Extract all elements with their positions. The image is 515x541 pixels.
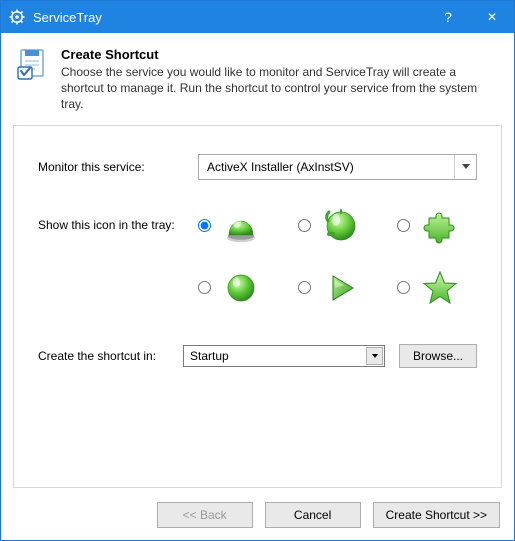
page-title: Create Shortcut bbox=[61, 47, 498, 62]
location-label: Create the shortcut in: bbox=[38, 349, 183, 363]
service-select[interactable]: ActiveX Installer (AxInstSV) bbox=[198, 154, 477, 180]
star-icon bbox=[420, 268, 460, 308]
help-button[interactable]: ? bbox=[426, 1, 470, 33]
location-select[interactable]: Startup bbox=[183, 345, 385, 367]
back-button[interactable]: << Back bbox=[157, 502, 253, 528]
page-description: Choose the service you would like to mon… bbox=[61, 64, 498, 113]
app-title: ServiceTray bbox=[33, 10, 426, 25]
wizard-header: Create Shortcut Choose the service you w… bbox=[13, 45, 502, 119]
app-window: ServiceTray ? ✕ Create Short bbox=[0, 0, 515, 541]
chevron-down-icon bbox=[366, 347, 383, 365]
play-icon bbox=[321, 268, 361, 308]
wizard-footer: << Back Cancel Create Shortcut >> bbox=[13, 502, 502, 528]
icon-radio[interactable] bbox=[298, 281, 311, 294]
service-select-value: ActiveX Installer (AxInstSV) bbox=[207, 160, 354, 174]
dome-icon bbox=[221, 206, 261, 246]
icon-option-dome[interactable] bbox=[198, 206, 278, 246]
browse-button[interactable]: Browse... bbox=[399, 344, 477, 368]
shortcut-wizard-icon bbox=[17, 47, 51, 81]
monitor-label: Monitor this service: bbox=[38, 160, 198, 174]
icon-option-circle[interactable] bbox=[198, 268, 278, 308]
form-panel: Monitor this service: ActiveX Installer … bbox=[13, 125, 502, 488]
icon-option-puzzle[interactable] bbox=[397, 206, 477, 246]
icon-radio[interactable] bbox=[397, 219, 410, 232]
circle-icon bbox=[221, 268, 261, 308]
icon-label: Show this icon in the tray: bbox=[38, 206, 198, 232]
location-row: Create the shortcut in: Startup Browse..… bbox=[38, 344, 477, 368]
gear-icon bbox=[9, 9, 25, 25]
icon-radio[interactable] bbox=[198, 281, 211, 294]
icon-grid bbox=[198, 206, 477, 308]
icon-option-play[interactable] bbox=[298, 268, 378, 308]
icon-radio[interactable] bbox=[298, 219, 311, 232]
bell-icon bbox=[321, 206, 361, 246]
close-button[interactable]: ✕ bbox=[470, 1, 514, 33]
chevron-down-icon bbox=[454, 155, 476, 179]
icon-radio[interactable] bbox=[198, 219, 211, 232]
title-bar: ServiceTray ? ✕ bbox=[1, 1, 514, 33]
create-shortcut-button[interactable]: Create Shortcut >> bbox=[373, 502, 500, 528]
icon-row: Show this icon in the tray: bbox=[38, 206, 477, 308]
monitor-row: Monitor this service: ActiveX Installer … bbox=[38, 154, 477, 180]
icon-radio[interactable] bbox=[397, 281, 410, 294]
icon-option-star[interactable] bbox=[397, 268, 477, 308]
cancel-button[interactable]: Cancel bbox=[265, 502, 361, 528]
close-icon: ✕ bbox=[487, 10, 497, 24]
location-select-value: Startup bbox=[190, 349, 229, 363]
icon-option-bell[interactable] bbox=[298, 206, 378, 246]
puzzle-icon bbox=[420, 206, 460, 246]
help-icon: ? bbox=[444, 9, 452, 25]
client-area: Create Shortcut Choose the service you w… bbox=[1, 33, 514, 540]
